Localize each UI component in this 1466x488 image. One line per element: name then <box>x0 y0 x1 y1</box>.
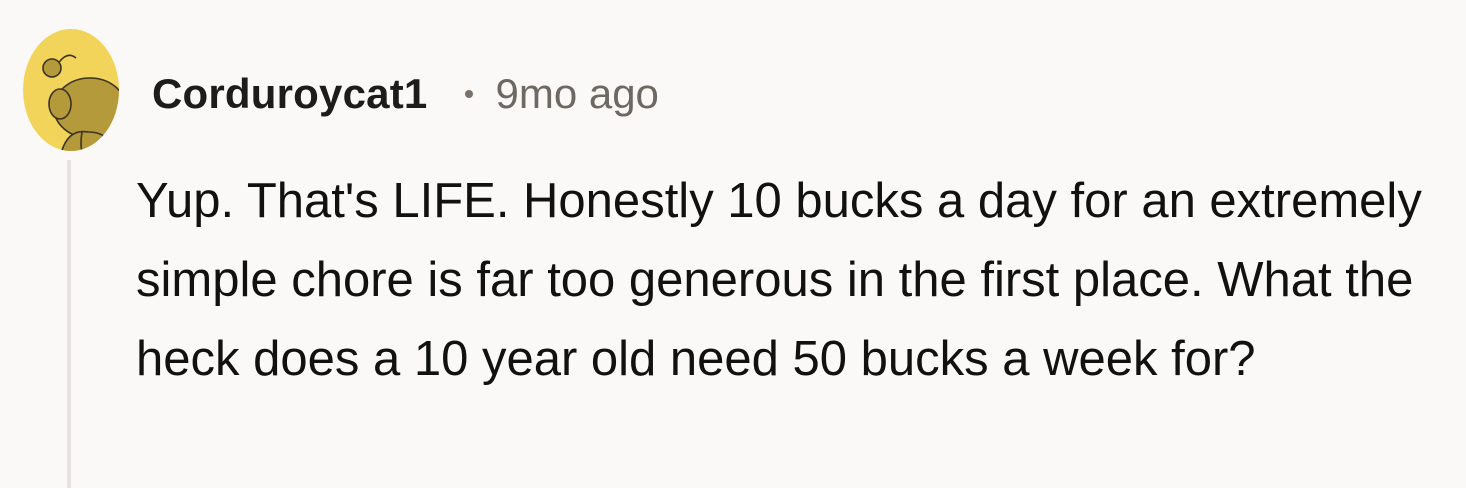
comment-body: Yup. That's LIFE. Honestly 10 bucks a da… <box>136 174 1422 386</box>
separator-dot <box>465 90 474 98</box>
comment-thread-line[interactable] <box>67 160 71 488</box>
snoo-avatar-icon <box>23 29 119 151</box>
comment-header: Corduroycat1 9mo ago <box>152 66 659 122</box>
user-avatar[interactable] <box>22 28 120 152</box>
username-link[interactable]: Corduroycat1 <box>152 70 427 118</box>
comment-timestamp[interactable]: 9mo ago <box>495 70 658 118</box>
